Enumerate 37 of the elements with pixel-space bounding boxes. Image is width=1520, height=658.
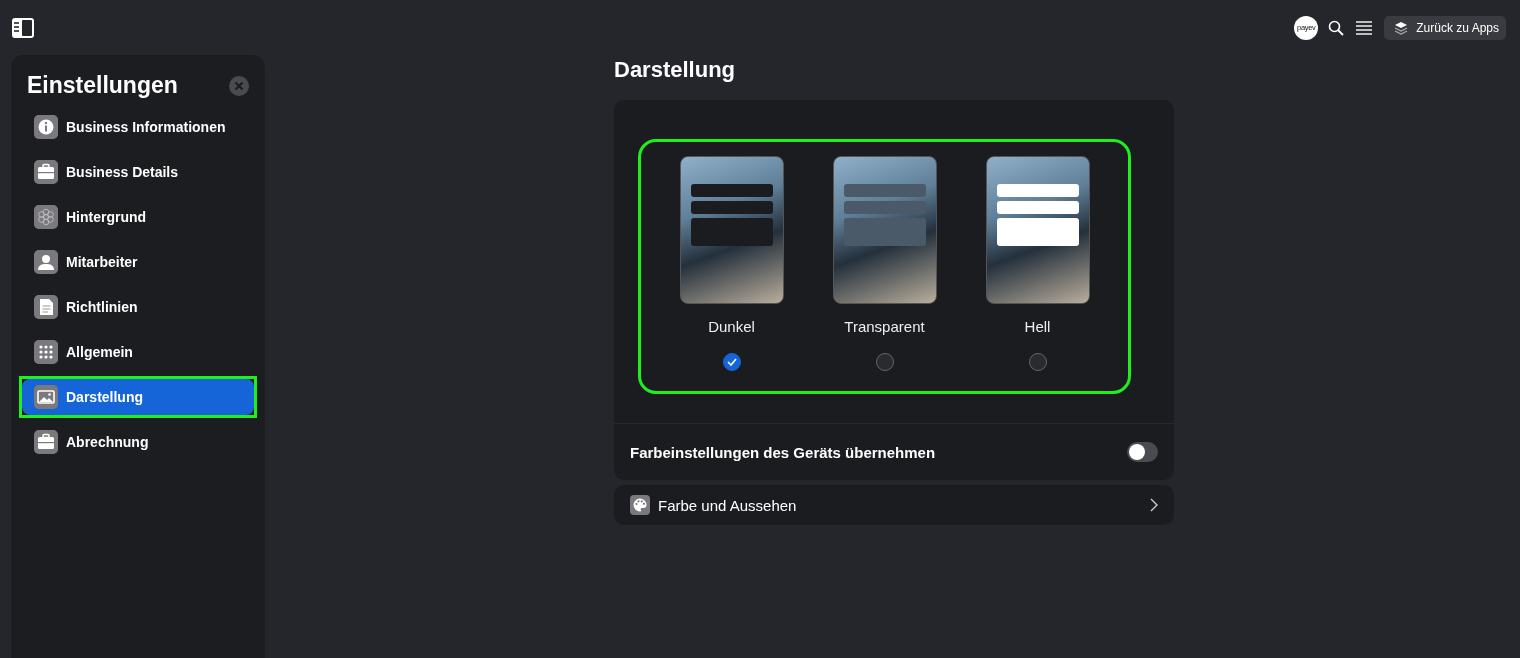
sidebar-item[interactable]: Hintergrund <box>22 199 254 235</box>
theme-label: Dunkel <box>708 318 755 335</box>
flower-icon <box>34 205 58 229</box>
toggle-switch[interactable] <box>1127 442 1158 462</box>
radio-button[interactable] <box>722 353 741 371</box>
menu-icon[interactable] <box>1356 20 1373 35</box>
radio-button[interactable] <box>1028 353 1047 371</box>
image-icon <box>34 385 58 409</box>
briefcase-icon <box>34 430 58 454</box>
layers-icon <box>1394 20 1409 35</box>
document-icon <box>34 295 58 319</box>
theme-label: Transparent <box>844 318 925 335</box>
sidebar-title: Einstellungen <box>27 72 178 99</box>
theme-preview[interactable] <box>679 156 784 304</box>
grid-icon <box>34 340 58 364</box>
chevron-right-icon <box>1150 498 1158 512</box>
theme-label: Hell <box>1024 318 1051 335</box>
radio-button[interactable] <box>875 353 894 371</box>
check-icon <box>726 358 737 366</box>
sidebar-item[interactable]: Richtlinien <box>22 289 254 325</box>
sidebar-item[interactable]: Mitarbeiter <box>22 244 254 280</box>
briefcase-icon <box>34 160 58 184</box>
sidebar-item[interactable]: Business Details <box>22 154 254 190</box>
sidebar-item[interactable]: Darstellung <box>22 379 254 415</box>
theme-preview[interactable] <box>985 156 1090 304</box>
person-icon <box>34 250 58 274</box>
sidebar-item[interactable]: Allgemein <box>22 334 254 370</box>
info-icon <box>34 115 58 139</box>
palette-icon <box>630 495 650 515</box>
color-settings-link[interactable]: Farbe und Aussehen <box>614 485 1174 525</box>
sidebar-item[interactable]: Abrechnung <box>22 424 254 460</box>
sidebar-toggle-icon[interactable] <box>11 16 35 39</box>
sidebar-item[interactable]: Business Informationen <box>22 109 254 145</box>
setting-label: Farbeinstellungen des Geräts übernehmen <box>630 443 936 461</box>
search-icon[interactable] <box>1328 19 1345 36</box>
back-to-apps-button[interactable]: Zurück zu Apps <box>1384 15 1506 40</box>
page-title: Darstellung <box>614 57 737 83</box>
